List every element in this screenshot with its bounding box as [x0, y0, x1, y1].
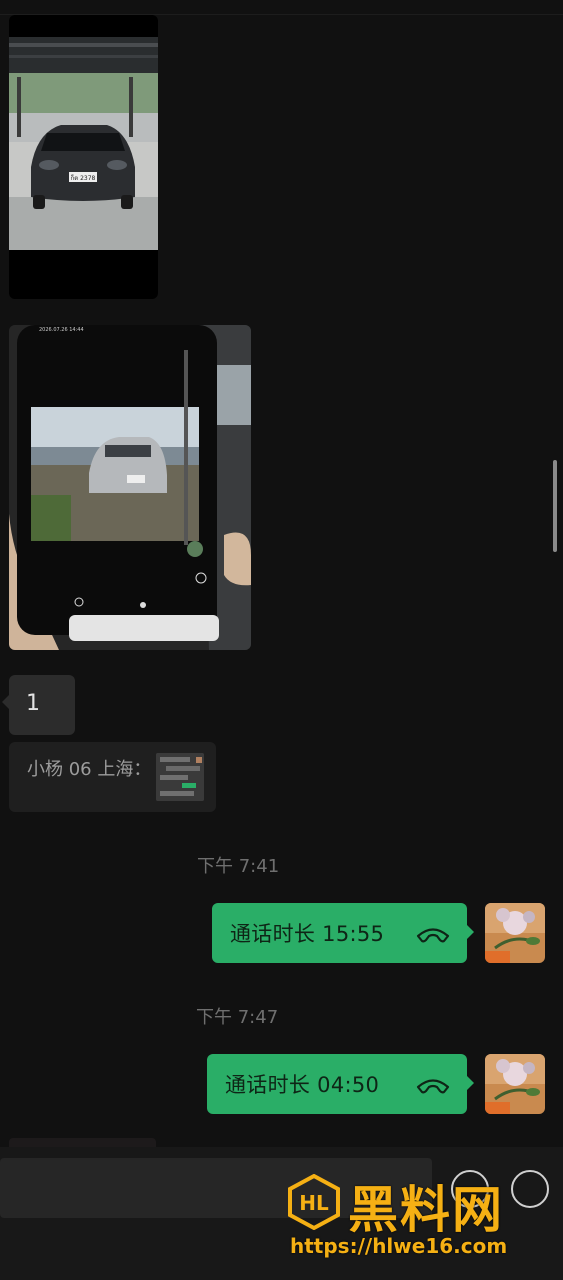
partial-message — [9, 1138, 156, 1147]
watermark-url: https://hlwe16.com — [290, 1234, 508, 1258]
scrollbar[interactable] — [553, 460, 557, 552]
call-duration-text: 通话时长 04:50 — [225, 1073, 380, 1097]
watermark: HL 黑料网 https://hlwe16.com — [286, 1170, 548, 1268]
avatar[interactable] — [485, 903, 545, 963]
phone-hangup-icon — [415, 921, 451, 945]
phone-hangup-icon — [415, 1072, 451, 1096]
watermark-brand: 黑料网 — [348, 1181, 504, 1239]
quoted-message[interactable]: 小杨 06 上海： — [9, 742, 216, 812]
car-photo: ก็ต 2378 — [9, 37, 158, 250]
avatar[interactable] — [485, 1054, 545, 1114]
phone-photo: 2026.07.26 14:44 — [9, 325, 251, 650]
car-plate: ก็ต 2378 — [70, 173, 95, 182]
message-text: 1 — [26, 691, 40, 716]
outgoing-call-record[interactable]: 通话时长 15:55 — [212, 903, 474, 963]
image-message-car[interactable]: ก็ต 2378 — [9, 15, 158, 299]
watermark-logo: HL — [288, 1174, 340, 1230]
incoming-text-message[interactable]: 1 — [2, 675, 75, 735]
timestamp: 下午 7:41 — [197, 856, 280, 877]
timestamp: 下午 7:47 — [196, 1007, 279, 1028]
call-duration-text: 通话时长 15:55 — [230, 922, 385, 946]
quote-thumbnail — [156, 753, 204, 801]
quote-sender-label: 小杨 06 上海： — [27, 759, 152, 780]
svg-text:HL: HL — [299, 1191, 329, 1215]
outgoing-call-record[interactable]: 通话时长 04:50 — [207, 1054, 474, 1114]
screen-date: 2026.07.26 14:44 — [39, 327, 84, 333]
image-message-phone[interactable]: 2026.07.26 14:44 — [9, 325, 251, 650]
